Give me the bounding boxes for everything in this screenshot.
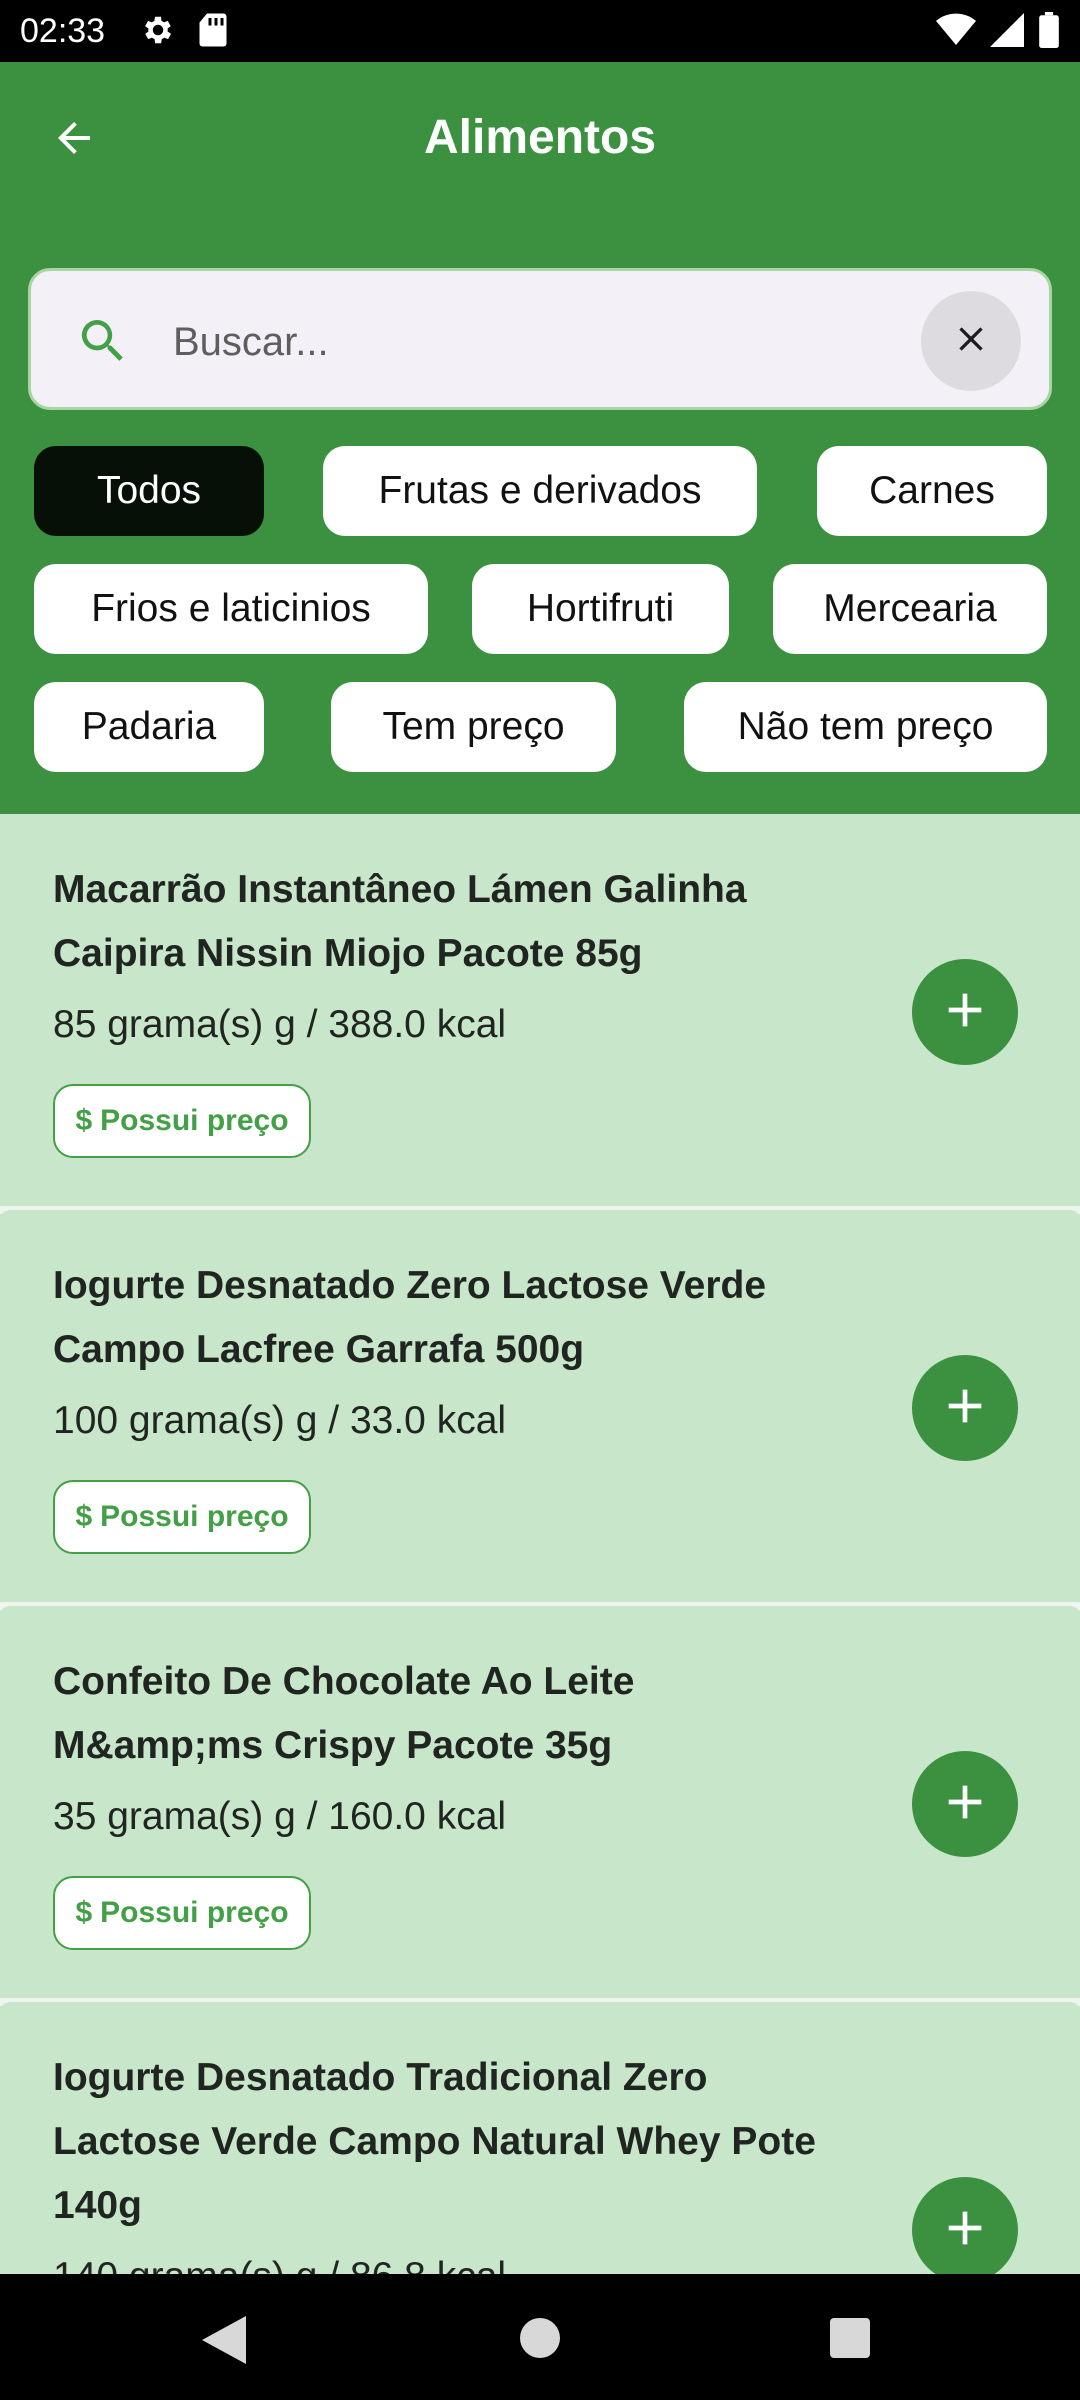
status-time: 02:33	[20, 12, 106, 50]
close-icon	[951, 319, 991, 364]
status-left-icons	[140, 12, 228, 53]
nav-back-icon[interactable]	[202, 2316, 246, 2369]
gear-icon	[140, 12, 176, 53]
add-item-button[interactable]	[912, 959, 1018, 1065]
add-item-button[interactable]	[912, 1751, 1018, 1857]
dollar-icon: $	[75, 1104, 93, 1137]
list-item[interactable]: Iogurte Desnatado Zero Lactose Verde Cam…	[0, 1210, 1080, 1598]
item-name: Confeito De Chocolate Ao Leite M&amp;ms …	[53, 1660, 635, 1767]
dollar-icon: $	[75, 1896, 93, 1929]
filter-chip-mercearia[interactable]: Mercearia	[773, 564, 1047, 654]
item-details: 100 grama(s) g / 33.0 kcal	[53, 1399, 507, 1442]
signal-icon	[990, 13, 1024, 52]
price-badge-label: Possui preço	[100, 1104, 289, 1137]
item-details: 35 grama(s) g / 160.0 kcal	[53, 1795, 507, 1838]
plus-icon	[937, 1774, 993, 1835]
search-icon	[75, 313, 131, 369]
plus-icon	[937, 1378, 993, 1439]
price-badge-label: Possui preço	[100, 1500, 289, 1533]
item-name: Iogurte Desnatado Tradicional Zero Lacto…	[53, 2056, 816, 2227]
list-item[interactable]: Macarrão Instantâneo Lámen Galinha Caipi…	[0, 814, 1080, 1202]
filter-chip-hortifruti[interactable]: Hortifruti	[472, 564, 729, 654]
filter-chip-carnes[interactable]: Carnes	[817, 446, 1047, 536]
filter-chip-frutas[interactable]: Frutas e derivados	[323, 446, 757, 536]
item-details: 140 grama(s) g / 86.8 kcal	[53, 2250, 506, 2274]
filter-chip-todos[interactable]: Todos	[34, 446, 264, 536]
wifi-icon	[936, 13, 976, 52]
search-bar	[28, 268, 1052, 410]
nav-home-icon[interactable]	[520, 2318, 560, 2363]
price-badge-label: Possui preço	[100, 1896, 289, 1929]
filter-chip-frios[interactable]: Frios e laticinios	[34, 564, 428, 654]
item-details: 85 grama(s) g / 388.0 kcal	[53, 1003, 507, 1046]
filter-chip-padaria[interactable]: Padaria	[34, 682, 264, 772]
filter-chip-nao-tem-preco[interactable]: Não tem preço	[684, 682, 1047, 772]
add-item-button[interactable]	[912, 2177, 1018, 2274]
battery-icon	[1038, 12, 1060, 53]
clear-search-button[interactable]	[921, 291, 1021, 391]
status-bar: 02:33	[0, 0, 1080, 62]
item-name: Macarrão Instantâneo Lámen Galinha Caipi…	[53, 868, 747, 975]
dollar-icon: $	[75, 1500, 93, 1533]
price-badge: $ Possui preço	[53, 1876, 311, 1950]
search-input[interactable]	[173, 307, 913, 377]
plus-icon	[937, 2200, 993, 2261]
list-item[interactable]: Confeito De Chocolate Ao Leite M&amp;ms …	[0, 1606, 1080, 1994]
page-title: Alimentos	[423, 111, 657, 164]
status-right-icons	[936, 12, 1060, 53]
filter-chip-tem-preco[interactable]: Tem preço	[331, 682, 616, 772]
plus-icon	[937, 982, 993, 1043]
add-item-button[interactable]	[912, 1355, 1018, 1461]
list-item[interactable]: Iogurte Desnatado Tradicional Zero Lacto…	[0, 2002, 1080, 2274]
sd-card-icon	[198, 12, 228, 53]
system-navigation-bar	[0, 2274, 1080, 2400]
price-badge: $ Possui preço	[53, 1480, 311, 1554]
price-badge: $ Possui preço	[53, 1084, 311, 1158]
app-header: Alimentos Todos Frutas e derivados Carne…	[0, 62, 1080, 814]
nav-recents-icon[interactable]	[830, 2318, 870, 2363]
item-name: Iogurte Desnatado Zero Lactose Verde Cam…	[53, 1264, 767, 1371]
